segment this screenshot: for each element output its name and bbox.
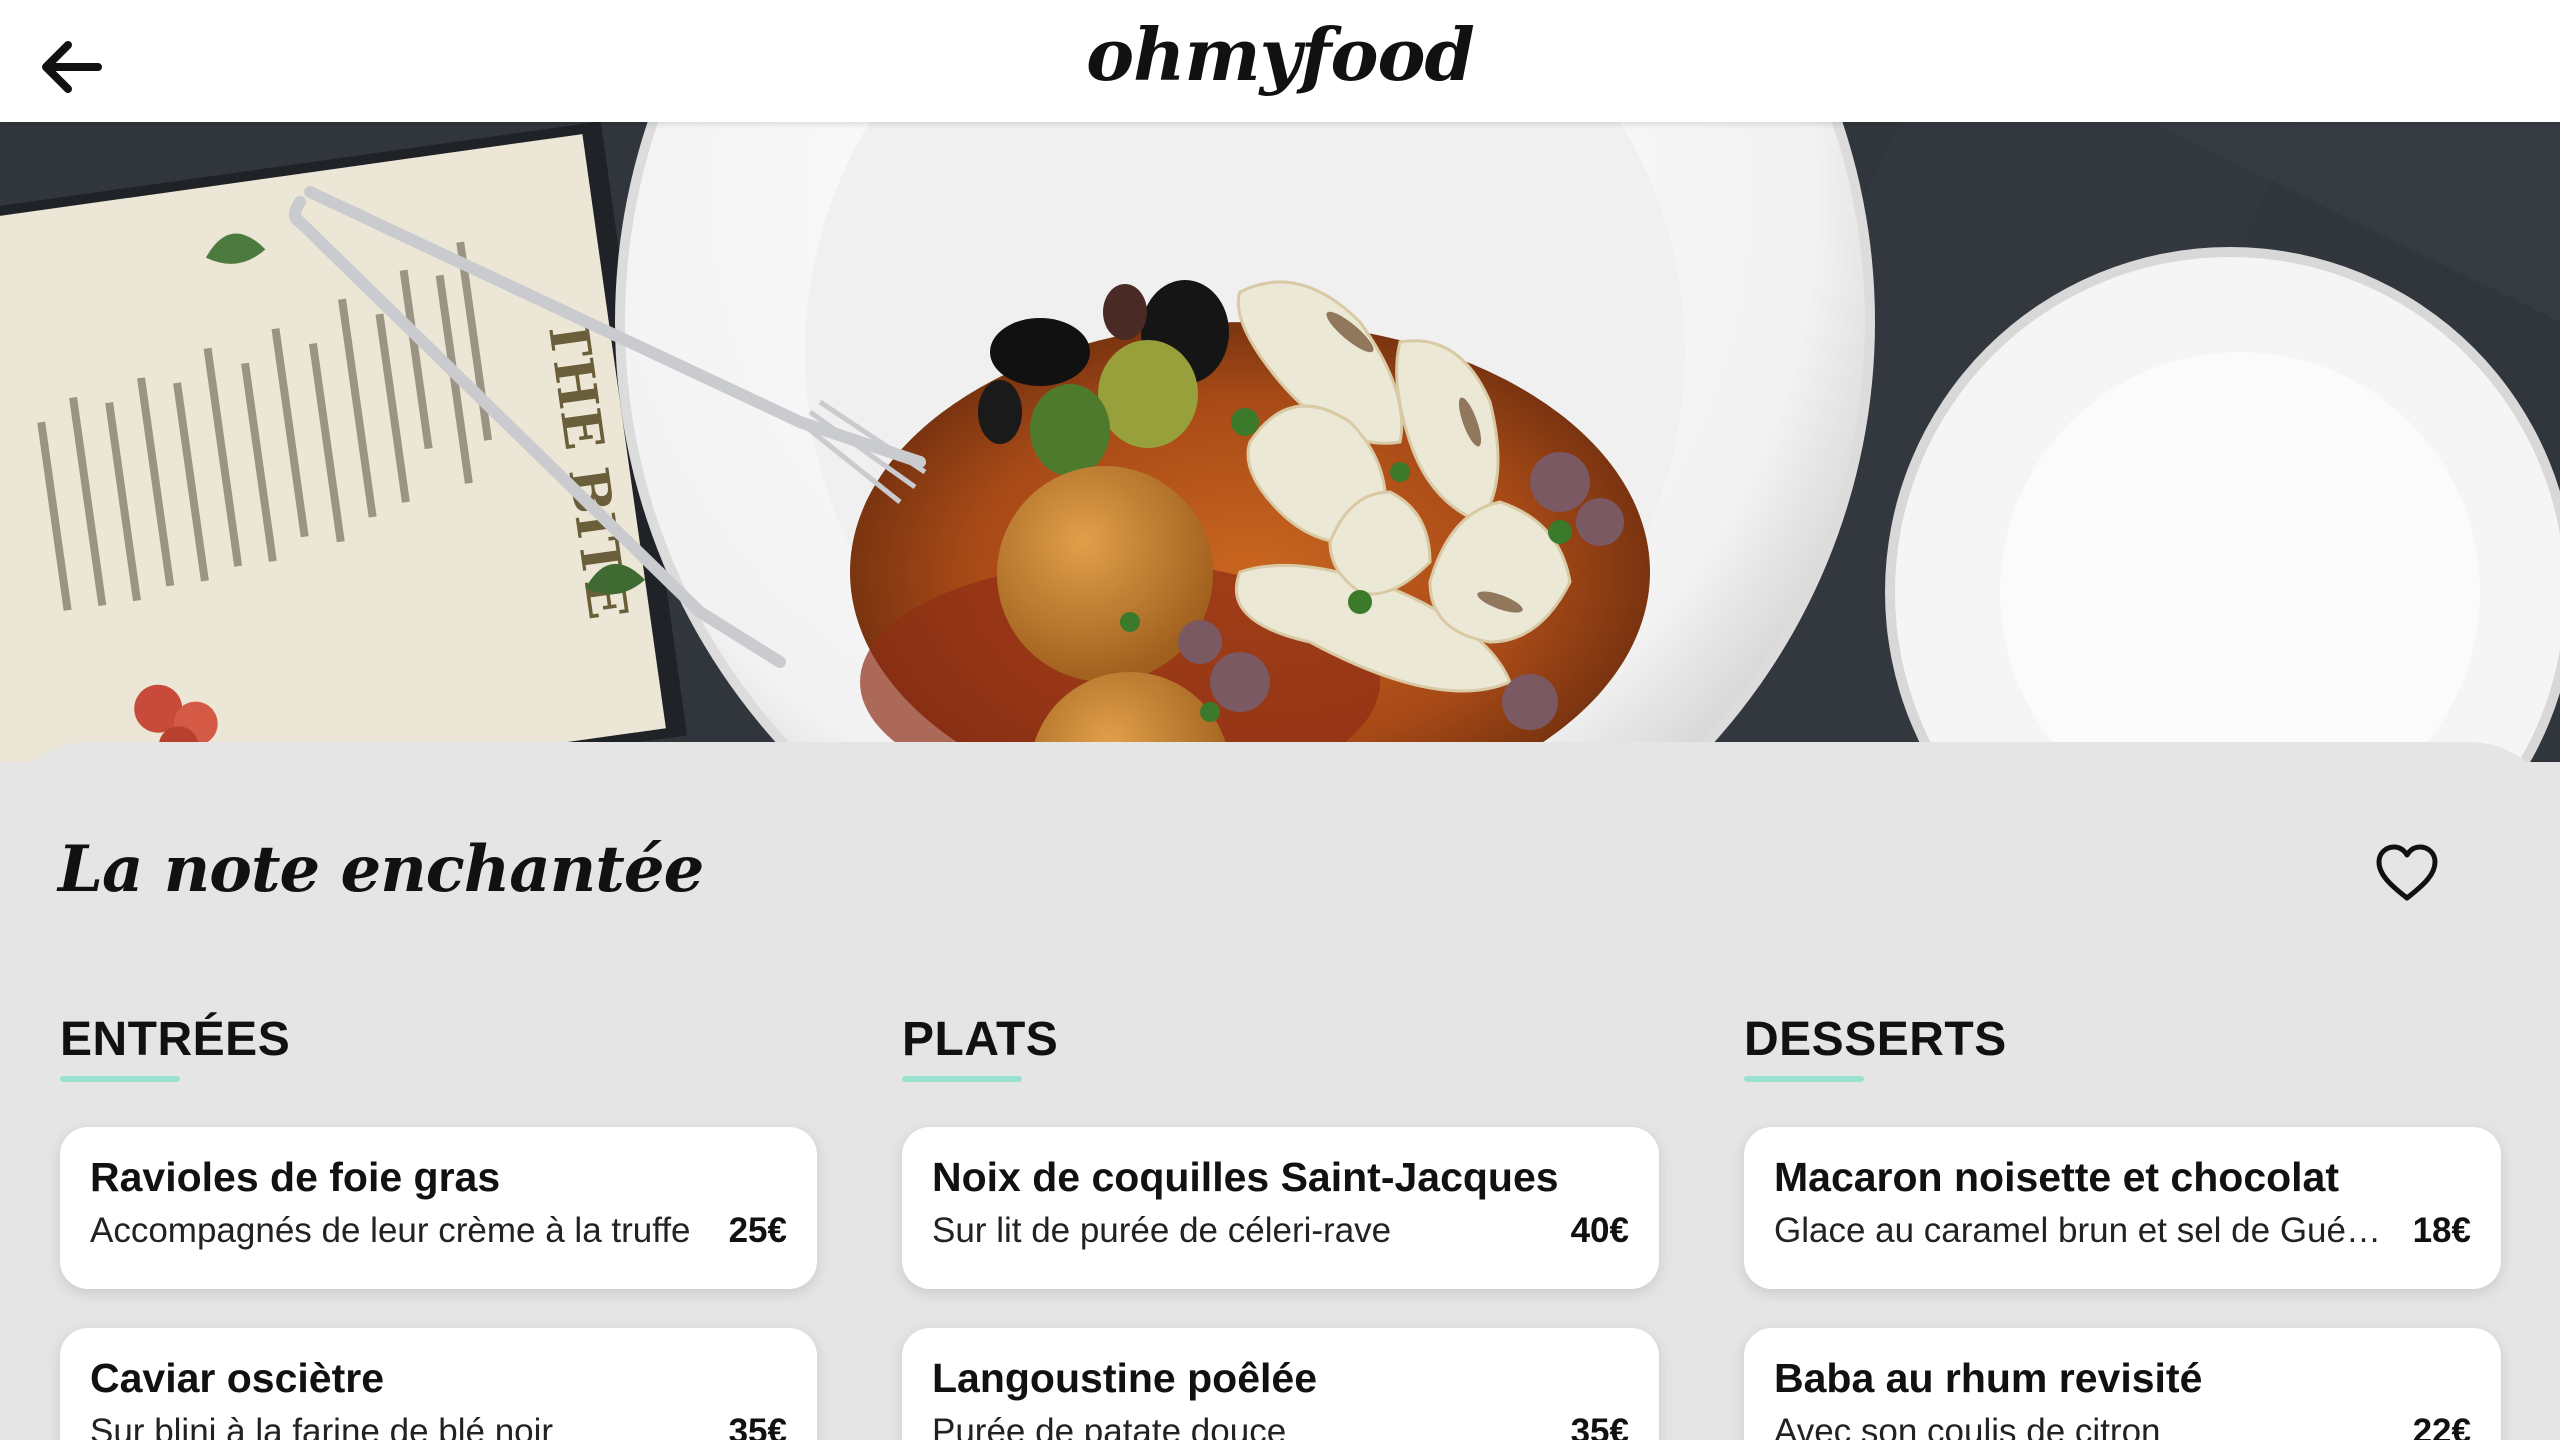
dish-card[interactable]: Caviar osciètre Sur blini à la farine de… bbox=[60, 1328, 817, 1440]
app-header: ohmyfood bbox=[0, 0, 2560, 122]
menu-section-desserts: DESSERTS Macaron noisette et chocolat Gl… bbox=[1744, 1012, 2501, 1440]
dish-name: Langoustine poêlée bbox=[932, 1355, 1317, 1401]
dish-description: Glace au caramel brun et sel de Guérande bbox=[1774, 1211, 2413, 1250]
dish-card[interactable]: Noix de coquilles Saint-Jacques Sur lit … bbox=[902, 1127, 1659, 1289]
dish-price: 22€ bbox=[2412, 1412, 2471, 1440]
dish-description: Purée de patate douce bbox=[932, 1412, 1287, 1440]
dish-name: Macaron noisette et chocolat bbox=[1774, 1154, 2340, 1200]
dish-price: 35€ bbox=[728, 1412, 787, 1440]
dish-name: Ravioles de foie gras bbox=[90, 1154, 501, 1200]
menu-section-entrees: ENTRÉES Ravioles de foie gras Accompagné… bbox=[60, 1012, 817, 1440]
restaurant-hero-image: THE BITE bbox=[0, 122, 2560, 762]
dish-price: 40€ bbox=[1570, 1211, 1629, 1250]
dish-description: Accompagnés de leur crème à la truffe bbox=[90, 1211, 691, 1250]
app-logo[interactable]: ohmyfood bbox=[0, 12, 2560, 97]
dish-price: 18€ bbox=[2412, 1211, 2471, 1250]
section-heading: DESSERTS bbox=[1744, 1013, 2007, 1066]
dish-card[interactable]: Baba au rhum revisité Avec son coulis de… bbox=[1744, 1328, 2501, 1440]
dish-description: Sur blini à la farine de blé noir bbox=[90, 1412, 554, 1440]
dish-name: Caviar osciètre bbox=[90, 1355, 385, 1401]
dish-card[interactable]: Langoustine poêlée Purée de patate douce… bbox=[902, 1328, 1659, 1440]
dish-description: Avec son coulis de citron bbox=[1774, 1412, 2161, 1440]
dish-description: Sur lit de purée de céleri-rave bbox=[932, 1211, 1392, 1250]
dish-price: 25€ bbox=[728, 1211, 787, 1250]
section-heading: ENTRÉES bbox=[60, 1013, 291, 1066]
section-underline bbox=[60, 1076, 180, 1082]
restaurant-panel: La note enchantée ENTRÉES Ravioles de fo… bbox=[0, 742, 2560, 1440]
section-underline bbox=[902, 1076, 1022, 1082]
heart-outline-icon bbox=[2376, 844, 2438, 901]
menu-section-plats: PLATS Noix de coquilles Saint-Jacques Su… bbox=[902, 1012, 1659, 1440]
section-underline bbox=[1744, 1076, 1864, 1082]
dish-price: 35€ bbox=[1570, 1412, 1629, 1440]
dish-name: Baba au rhum revisité bbox=[1774, 1355, 2203, 1401]
dish-card[interactable]: Ravioles de foie gras Accompagnés de leu… bbox=[60, 1127, 817, 1289]
section-heading: PLATS bbox=[902, 1013, 1059, 1066]
dish-name: Noix de coquilles Saint-Jacques bbox=[932, 1154, 1559, 1200]
dish-card[interactable]: Macaron noisette et chocolat Glace au ca… bbox=[1744, 1127, 2501, 1289]
restaurant-name: La note enchantée bbox=[58, 832, 704, 907]
favorite-button[interactable] bbox=[2372, 838, 2442, 908]
